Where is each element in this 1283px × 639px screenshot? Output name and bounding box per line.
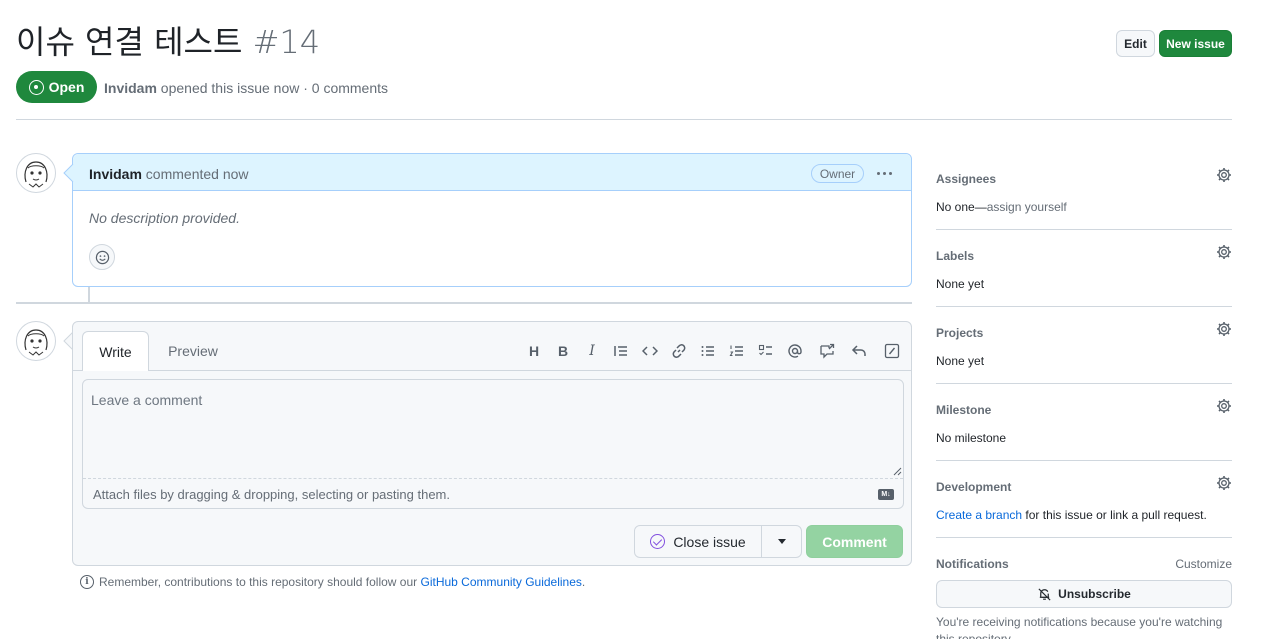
customize-link[interactable]: Customize <box>1175 557 1232 571</box>
italic-icon[interactable]: I <box>581 341 603 361</box>
sidebar-development: Development Create a branch for this iss… <box>936 476 1232 522</box>
bold-icon[interactable]: B <box>552 341 574 361</box>
projects-title[interactable]: Projects <box>936 326 1232 340</box>
projects-value: None yet <box>936 354 985 368</box>
markdown-icon[interactable]: M↓ <box>878 489 894 500</box>
close-issue-label: Close issue <box>673 533 746 550</box>
comment-body: No description provided. <box>89 210 240 226</box>
close-issue-button[interactable]: Close issue <box>635 526 762 557</box>
code-icon[interactable] <box>639 341 661 361</box>
issue-opened-icon <box>28 79 44 95</box>
slash-command-icon[interactable] <box>881 341 903 361</box>
kebab-menu-icon[interactable] <box>873 163 895 183</box>
info-icon: i <box>80 575 94 589</box>
sidebar-milestone: Milestone No milestone <box>936 399 1232 445</box>
tab-preview[interactable]: Preview <box>155 331 231 371</box>
triangle-down-icon <box>777 539 786 544</box>
task-list-icon[interactable] <box>755 341 777 361</box>
issue-state-badge: Open <box>16 71 97 103</box>
sidebar-divider <box>936 460 1232 461</box>
heading-icon[interactable]: H <box>523 341 545 361</box>
comment-author-link[interactable]: Invidam <box>89 166 142 182</box>
comment-caret <box>63 164 74 182</box>
issue-title-text: 이슈 연결 테스트 <box>16 23 243 61</box>
labels-value: None yet <box>936 277 985 291</box>
comment-textarea[interactable]: Leave a comment Attach files by dragging… <box>82 379 904 509</box>
notifications-note: You're receiving notifications because y… <box>936 615 1223 639</box>
avatar[interactable] <box>16 153 56 193</box>
guidelines-suffix: . <box>581 575 586 589</box>
timeline-separator <box>16 302 912 304</box>
new-issue-button[interactable]: New issue <box>1159 30 1232 57</box>
mention-icon[interactable] <box>784 341 806 361</box>
development-suffix: for this issue or link a pull request. <box>1025 508 1207 522</box>
unsubscribe-label: Unsubscribe <box>1058 587 1131 601</box>
sidebar-divider <box>936 229 1232 230</box>
milestone-value: No milestone <box>936 431 1007 445</box>
check-circle-icon <box>650 534 666 549</box>
comment-composer: Write Preview H B I Leave a comment Atta… <box>72 321 912 566</box>
avatar[interactable] <box>16 321 56 361</box>
timeline-line <box>88 287 90 303</box>
attach-files-text[interactable]: Attach files by dragging & dropping, sel… <box>93 487 450 502</box>
comment-action-text[interactable]: commented now <box>146 166 249 182</box>
labels-title[interactable]: Labels <box>936 249 1232 263</box>
numbered-list-icon[interactable] <box>726 341 748 361</box>
reply-icon[interactable] <box>848 341 870 361</box>
issue-author-link[interactable]: Invidam <box>104 80 157 96</box>
issue-meta: Invidam opened this issue now · 0 commen… <box>104 80 388 96</box>
create-branch-link[interactable]: Create a branch <box>936 508 1022 522</box>
development-title[interactable]: Development <box>936 480 1232 494</box>
sidebar-notifications: Notifications Customize <box>936 557 1232 571</box>
edit-button[interactable]: Edit <box>1116 30 1155 57</box>
quote-icon[interactable] <box>610 341 632 361</box>
sidebar-divider <box>936 537 1232 538</box>
owner-badge: Owner <box>811 164 864 183</box>
sidebar-divider <box>936 383 1232 384</box>
sidebar-divider <box>936 306 1232 307</box>
sidebar-assignees: Assignees No one—assign yourself <box>936 168 1232 214</box>
development-value: Create a branch for this issue or link a… <box>936 508 1232 522</box>
avatar-drawing-icon <box>24 329 48 356</box>
guidelines-note: i Remember, contributions to this reposi… <box>80 575 585 589</box>
cross-reference-icon[interactable] <box>816 341 838 361</box>
gear-icon[interactable] <box>1216 244 1232 260</box>
link-icon[interactable] <box>668 341 690 361</box>
issue-opened-text: opened this issue now · 0 comments <box>160 80 389 96</box>
comment-button[interactable]: Comment <box>806 525 903 558</box>
gear-icon[interactable] <box>1216 321 1232 337</box>
add-reaction-button[interactable] <box>89 244 115 270</box>
assignees-value: No one—assign yourself <box>936 200 1067 214</box>
comment-author-line: Invidam commented now <box>89 166 249 182</box>
issue-number: #14 <box>252 23 321 61</box>
community-guidelines-link[interactable]: GitHub Community Guidelines <box>421 575 582 589</box>
sidebar-labels: Labels None yet <box>936 245 1232 291</box>
avatar-drawing-icon <box>24 161 48 188</box>
smiley-icon <box>95 250 109 264</box>
milestone-title[interactable]: Milestone <box>936 403 1232 417</box>
gear-icon[interactable] <box>1216 398 1232 414</box>
sidebar-projects: Projects None yet <box>936 322 1232 368</box>
attach-divider <box>83 478 903 479</box>
close-issue-button-group: Close issue <box>634 525 802 558</box>
comment-header: Invidam commented now Owner <box>73 154 911 191</box>
unsubscribe-button[interactable]: Unsubscribe <box>936 580 1232 608</box>
issue-title: 이슈 연결 테스트 #14 <box>16 20 320 64</box>
bulleted-list-icon[interactable] <box>697 341 719 361</box>
issue-comment: Invidam commented now Owner No descripti… <box>72 153 912 287</box>
gear-icon[interactable] <box>1216 475 1232 491</box>
bell-slash-icon <box>1038 587 1051 601</box>
guidelines-prefix: Remember, contributions to this reposito… <box>99 575 418 589</box>
gear-icon[interactable] <box>1216 167 1232 183</box>
comment-placeholder: Leave a comment <box>91 392 203 408</box>
close-issue-dropdown[interactable] <box>762 526 801 557</box>
resize-grip-icon[interactable] <box>892 466 902 476</box>
tab-write[interactable]: Write <box>82 331 149 371</box>
header-divider <box>16 119 1232 120</box>
assign-yourself-link[interactable]: assign yourself <box>987 200 1067 214</box>
issue-state-label: Open <box>48 79 85 95</box>
assignees-title[interactable]: Assignees <box>936 172 1232 186</box>
